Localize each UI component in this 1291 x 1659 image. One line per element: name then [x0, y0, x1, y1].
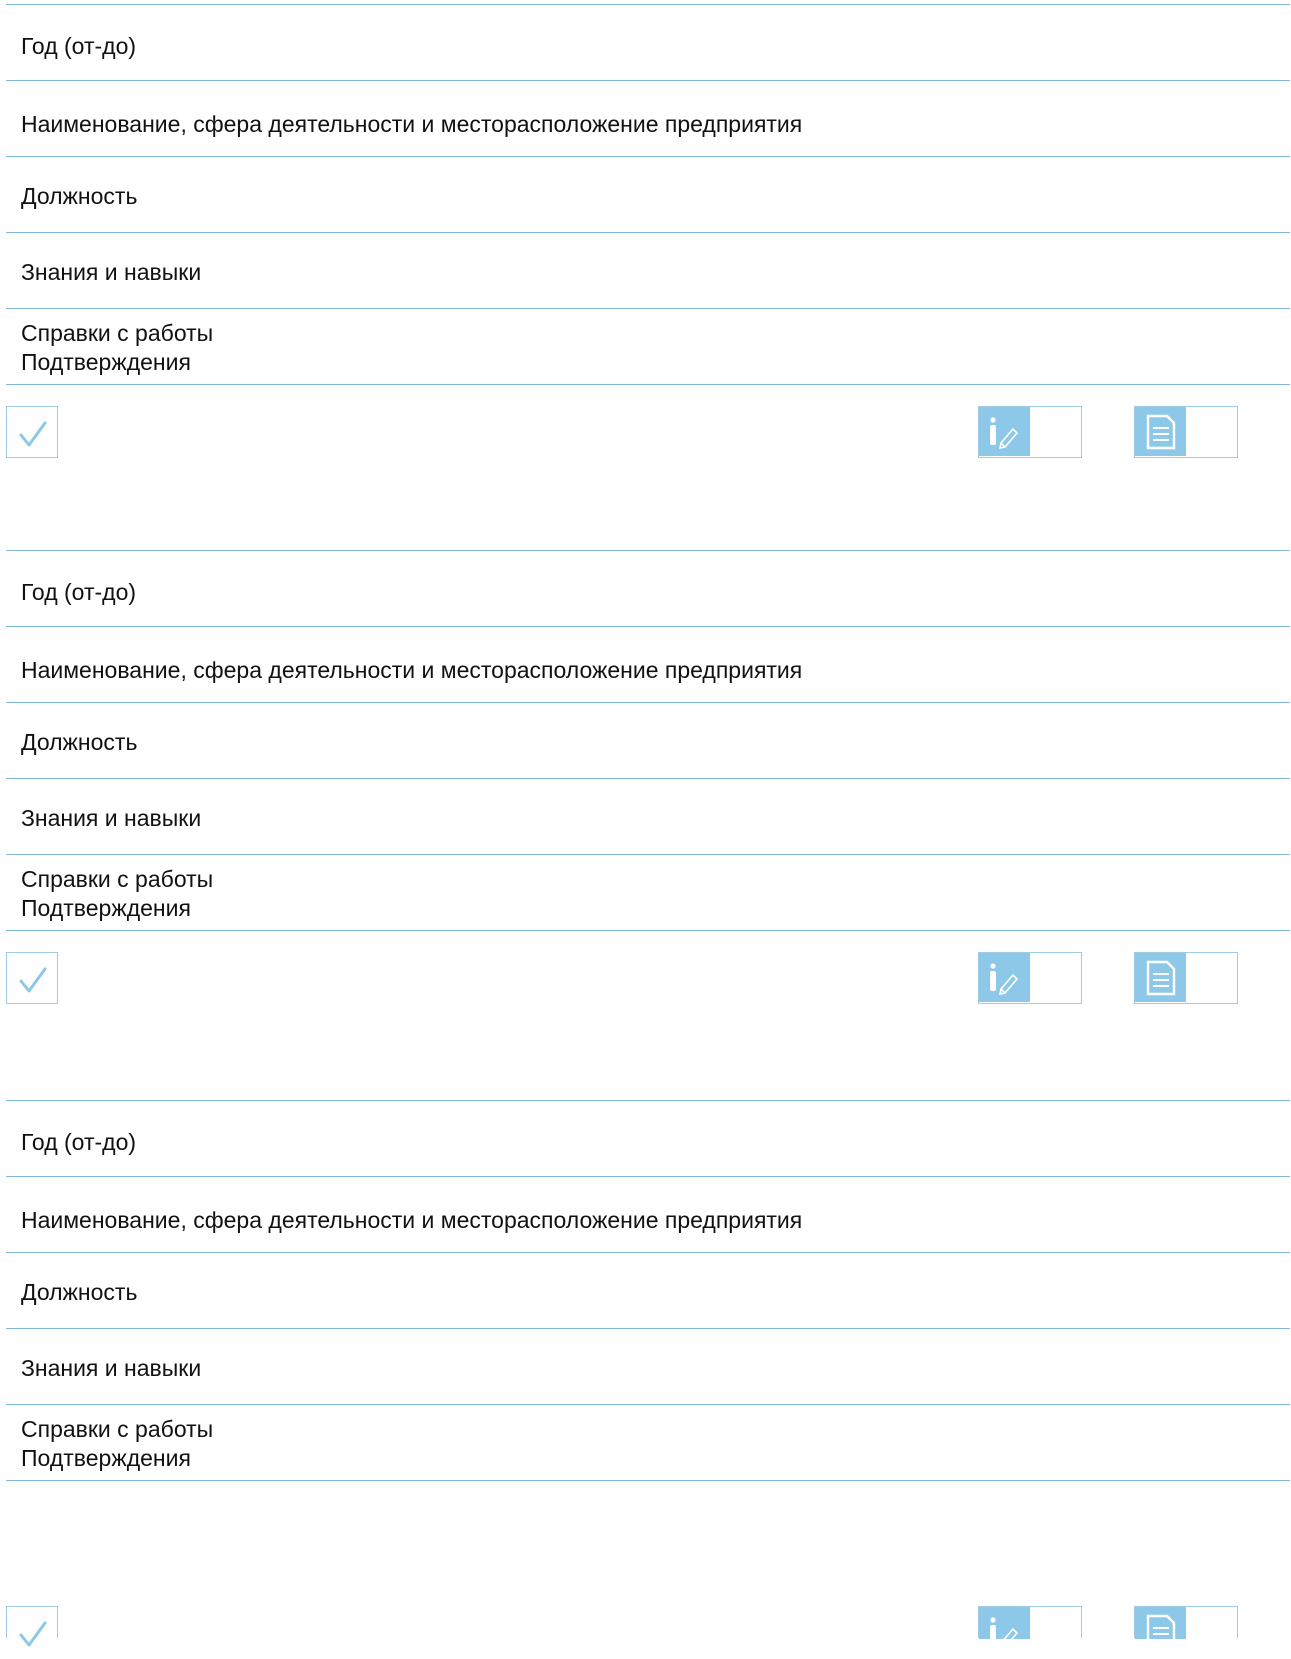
year-field[interactable]: Год (от-до): [6, 1100, 1290, 1177]
skills-label: Знания и навыки: [21, 1355, 202, 1381]
company-field[interactable]: Наименование, сфера деятельности и место…: [6, 1176, 1290, 1253]
company-field[interactable]: Наименование, сфера деятельности и место…: [6, 626, 1290, 703]
document-button[interactable]: [1134, 406, 1238, 458]
position-field[interactable]: Должность: [6, 1252, 1290, 1329]
info-edit-icon: [979, 953, 1030, 1002]
position-label: Должность: [21, 183, 138, 209]
skills-field[interactable]: Знания и навыки: [6, 778, 1290, 855]
company-label: Наименование, сфера деятельности и место…: [21, 1207, 803, 1233]
confirmations-label: Подтверждения: [21, 349, 191, 375]
info-edit-icon: [979, 1607, 1030, 1639]
position-field[interactable]: Должность: [6, 702, 1290, 779]
skills-label: Знания и навыки: [21, 259, 202, 285]
position-label: Должность: [21, 1279, 138, 1305]
references-label: Справки с работы: [21, 320, 214, 346]
references-field[interactable]: Справки с работы Подтверждения: [6, 308, 1290, 385]
experience-section-1: Год (от-до) Наименование, сфера деятельн…: [0, 0, 1291, 480]
year-label: Год (от-до): [21, 1129, 137, 1155]
document-icon: [1135, 953, 1186, 1002]
year-field[interactable]: Год (от-до): [6, 550, 1290, 627]
info-edit-button[interactable]: [978, 406, 1082, 458]
confirmations-label: Подтверждения: [21, 895, 191, 921]
experience-section-2: Год (от-до) Наименование, сфера деятельн…: [0, 546, 1291, 1026]
references-field[interactable]: Справки с работы Подтверждения: [6, 1404, 1290, 1481]
document-button[interactable]: [1134, 1606, 1238, 1639]
document-icon: [1135, 1607, 1186, 1639]
document-button[interactable]: [1134, 952, 1238, 1004]
confirmations-label: Подтверждения: [21, 1445, 191, 1471]
company-field[interactable]: Наименование, сфера деятельности и место…: [6, 80, 1290, 157]
references-field[interactable]: Справки с работы Подтверждения: [6, 854, 1290, 931]
company-label: Наименование, сфера деятельности и место…: [21, 657, 803, 683]
year-field[interactable]: Год (от-до): [6, 4, 1290, 81]
position-label: Должность: [21, 729, 138, 755]
document-icon: [1135, 407, 1186, 456]
confirm-checkbox[interactable]: [6, 1606, 58, 1647]
checkmark-icon: [19, 967, 47, 993]
checkmark-icon: [19, 1621, 47, 1647]
year-label: Год (от-до): [21, 579, 137, 605]
year-label: Год (от-до): [21, 33, 137, 59]
confirm-checkbox[interactable]: [6, 406, 58, 458]
references-label: Справки с работы: [21, 866, 214, 892]
confirm-checkbox[interactable]: [6, 952, 58, 1004]
info-edit-icon: [979, 407, 1030, 456]
experience-section-3: Год (от-до) Наименование, сфера деятельн…: [0, 1096, 1291, 1647]
checkmark-icon: [19, 421, 47, 447]
info-edit-button[interactable]: [978, 952, 1082, 1004]
info-edit-button[interactable]: [978, 1606, 1082, 1639]
company-label: Наименование, сфера деятельности и место…: [21, 111, 803, 137]
position-field[interactable]: Должность: [6, 156, 1290, 233]
skills-field[interactable]: Знания и навыки: [6, 232, 1290, 309]
references-label: Справки с работы: [21, 1416, 214, 1442]
skills-label: Знания и навыки: [21, 805, 202, 831]
skills-field[interactable]: Знания и навыки: [6, 1328, 1290, 1405]
